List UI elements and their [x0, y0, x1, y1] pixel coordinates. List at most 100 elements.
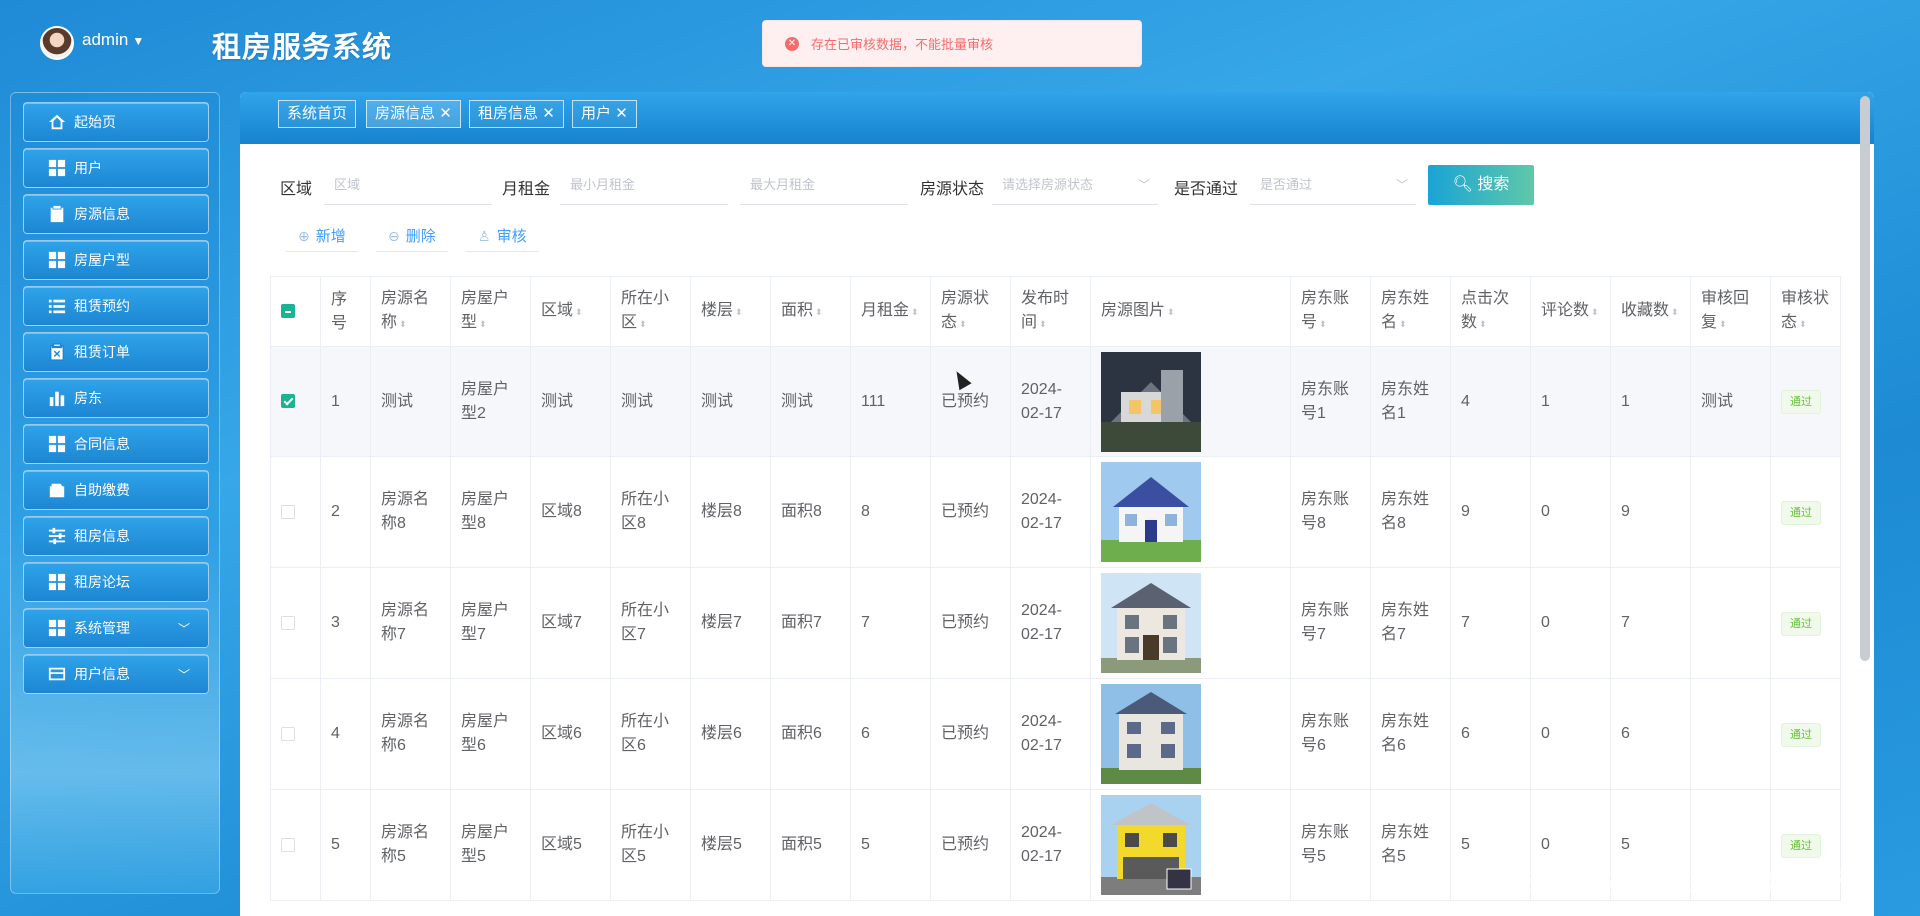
review-button[interactable]: ♙ 审核: [466, 220, 539, 252]
rent-min-input[interactable]: 最小月租金: [560, 165, 728, 205]
table-row[interactable]: 1 测试 房屋户型2 测试 测试 测试 测试 111 已预约 2024-02-17 房东账号1 房东姓…: [270, 346, 1841, 457]
tab-home[interactable]: 系统首页: [278, 100, 357, 128]
close-icon[interactable]: ✕: [542, 105, 555, 122]
status-select[interactable]: 请选择房源状态 ﹀: [992, 165, 1158, 205]
table-cell-name: 房源名称8: [370, 456, 451, 568]
sort-icon[interactable]: ⬍: [1799, 319, 1807, 329]
sort-icon[interactable]: ⬍: [575, 307, 583, 317]
sort-icon[interactable]: ⬍: [639, 319, 647, 329]
column-header[interactable]: 楼层 ⬍: [690, 276, 771, 347]
column-header[interactable]: 房源图片 ⬍: [1090, 276, 1291, 347]
sort-icon[interactable]: ⬍: [1591, 307, 1599, 317]
cell-text: 所在小区7: [621, 602, 670, 643]
column-header[interactable]: 房东姓名 ⬍: [1370, 276, 1451, 347]
table-cell-img[interactable]: [1090, 567, 1291, 679]
table-cell-img[interactable]: [1090, 678, 1291, 790]
add-button[interactable]: ⊕ 新增: [286, 220, 358, 252]
rent-max-input[interactable]: 最大月租金: [740, 165, 908, 205]
column-header[interactable]: 房源状态 ⬍: [930, 276, 1011, 347]
sort-icon[interactable]: ⬍: [399, 319, 407, 329]
delete-button[interactable]: ⊖ 删除: [376, 220, 448, 252]
row-checkbox[interactable]: [281, 394, 295, 409]
close-icon[interactable]: ✕: [439, 105, 452, 122]
select-cell[interactable]: [270, 456, 321, 568]
column-header[interactable]: 审核回复 ⬍: [1690, 276, 1771, 347]
cell-text: 已预约: [941, 392, 990, 410]
select-cell[interactable]: [270, 567, 321, 679]
table-cell-img[interactable]: [1090, 456, 1291, 568]
house-image[interactable]: [1101, 462, 1201, 562]
column-header[interactable]: 收藏数 ⬍: [1610, 276, 1691, 347]
sidebar-item-listings[interactable]: 房源信息: [23, 194, 209, 234]
table-cell-type: 房屋户型2: [450, 346, 531, 457]
sidebar-item-contracts[interactable]: 合同信息: [23, 424, 209, 464]
select-cell[interactable]: [270, 678, 321, 790]
sort-icon[interactable]: ⬍: [815, 307, 823, 317]
house-image[interactable]: [1101, 684, 1201, 784]
close-icon[interactable]: ✕: [615, 105, 628, 122]
sidebar-item-users[interactable]: 用户: [23, 148, 209, 188]
select-cell[interactable]: [270, 789, 321, 901]
tab-rental-info[interactable]: 租房信息 ✕: [469, 100, 564, 128]
sort-icon[interactable]: ⬍: [479, 319, 487, 329]
house-image[interactable]: [1101, 351, 1201, 452]
sidebar-item-forum[interactable]: 租房论坛: [23, 562, 209, 602]
table-cell-img[interactable]: [1090, 346, 1291, 457]
sort-icon[interactable]: ⬍: [911, 307, 919, 317]
avatar[interactable]: [40, 26, 74, 60]
column-header[interactable]: 评论数 ⬍: [1530, 276, 1611, 347]
pass-select[interactable]: 是否通过 ﹀: [1250, 165, 1416, 205]
row-checkbox[interactable]: [281, 726, 295, 741]
table-cell-img[interactable]: [1090, 789, 1291, 901]
column-header[interactable]: 房东账号 ⬍: [1290, 276, 1371, 347]
pass-label: 是否通过: [1174, 181, 1239, 198]
house-image[interactable]: [1101, 573, 1201, 673]
scrollbar[interactable]: [1860, 96, 1870, 661]
sidebar-item-reservations[interactable]: 租赁预约: [23, 286, 209, 326]
sidebar-item-landlords[interactable]: 房东: [23, 378, 209, 418]
select-cell[interactable]: [270, 346, 321, 457]
cell-text: 房东姓名1: [1381, 380, 1430, 422]
sort-icon[interactable]: ⬍: [1719, 319, 1727, 329]
sort-icon[interactable]: ⬍: [1167, 307, 1175, 317]
sort-icon[interactable]: ⬍: [1039, 319, 1047, 329]
column-header[interactable]: 面积 ⬍: [770, 276, 851, 347]
row-checkbox[interactable]: [281, 837, 295, 852]
column-header[interactable]: 月租金 ⬍: [850, 276, 931, 347]
tab-listings[interactable]: 房源信息 ✕: [366, 100, 461, 128]
house-image[interactable]: [1101, 795, 1201, 895]
sidebar-item-user-info[interactable]: 用户信息 ﹀: [23, 654, 209, 694]
sidebar-item-home[interactable]: 起始页: [23, 102, 209, 142]
row-checkbox[interactable]: [281, 504, 295, 519]
sort-icon[interactable]: ⬍: [1319, 319, 1327, 329]
row-checkbox[interactable]: [281, 615, 295, 630]
table-row[interactable]: 3 房源名称7 房屋户型7 区域7 所在小区7 楼层7 面积7 7 已预约 2024-02-17 房…: [270, 567, 1841, 679]
cell-text: 9: [1461, 503, 1470, 520]
column-header[interactable]: 房屋户型 ⬍: [450, 276, 531, 347]
select-all-checkbox[interactable]: [281, 304, 295, 319]
column-header[interactable]: 房源名称 ⬍: [370, 276, 451, 347]
sort-icon[interactable]: ⬍: [735, 307, 743, 317]
table-row[interactable]: 4 房源名称6 房屋户型6 区域6 所在小区6 楼层6 面积6 6 已预约 2024-02-17 房…: [270, 678, 1841, 790]
sidebar-item-orders[interactable]: 租赁订单: [23, 332, 209, 372]
user-menu[interactable]: admin ▼: [82, 30, 144, 50]
sort-icon[interactable]: ⬍: [1399, 319, 1407, 329]
search-button[interactable]: 🔍︎ 搜索: [1428, 165, 1534, 205]
column-header[interactable]: 区域 ⬍: [530, 276, 611, 347]
sidebar-item-payment[interactable]: 自助缴费: [23, 470, 209, 510]
sidebar-item-system[interactable]: 系统管理 ﹀: [23, 608, 209, 648]
column-header[interactable]: 所在小区 ⬍: [610, 276, 691, 347]
table-cell-owner: 房东姓名8: [1370, 456, 1451, 568]
column-header[interactable]: 点击次数 ⬍: [1450, 276, 1531, 347]
column-header[interactable]: 发布时间 ⬍: [1010, 276, 1091, 347]
sort-icon[interactable]: ⬍: [1671, 307, 1679, 317]
sidebar-item-rental-info[interactable]: 租房信息: [23, 516, 209, 556]
area-input[interactable]: 区域: [324, 165, 492, 205]
sort-icon[interactable]: ⬍: [1479, 319, 1487, 329]
sort-icon[interactable]: ⬍: [959, 319, 967, 329]
column-header[interactable]: 审核状态 ⬍: [1770, 276, 1841, 347]
select-all-cell[interactable]: [270, 276, 321, 347]
table-row[interactable]: 2 房源名称8 房屋户型8 区域8 所在小区8 楼层8 面积8 8 已预约 2024-02-17 房…: [270, 456, 1841, 568]
tab-users[interactable]: 用户 ✕: [572, 100, 637, 128]
sidebar-item-house-types[interactable]: 房屋户型: [23, 240, 209, 280]
